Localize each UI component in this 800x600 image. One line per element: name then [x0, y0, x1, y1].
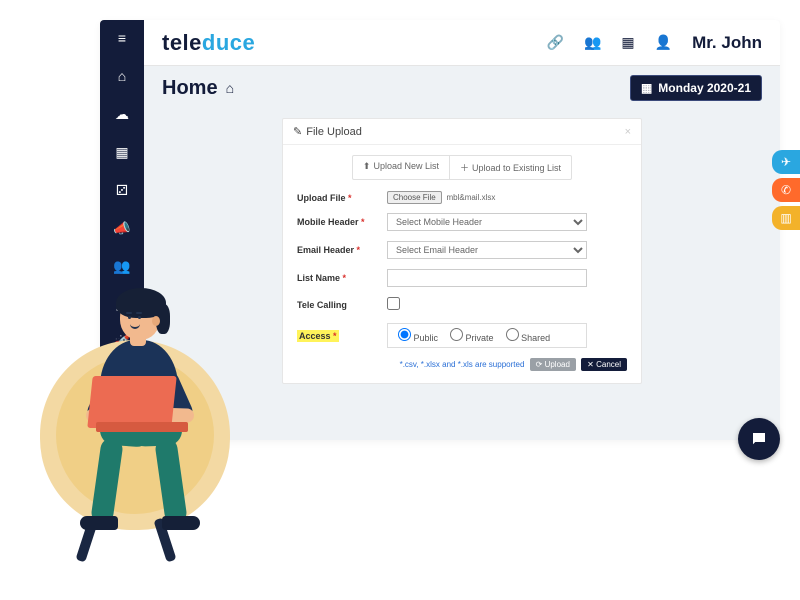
tab-upload-existing[interactable]: ＋Upload to Existing List [450, 156, 571, 179]
mobile-header-select[interactable]: Select Mobile Header [387, 213, 587, 231]
edit-icon: ✎ [293, 125, 302, 138]
home-icon[interactable]: ⌂ [110, 66, 134, 86]
panel-footer: *.csv, *.xlsx and *.xls are supported ⟳ … [297, 358, 627, 371]
close-icon[interactable]: × [625, 126, 631, 138]
cancel-button[interactable]: ✕ Cancel [581, 358, 627, 371]
cloud-icon[interactable]: ☁ [110, 104, 134, 124]
tele-calling-checkbox[interactable] [387, 297, 400, 310]
label-email-header: Email Header * [297, 245, 387, 255]
calendar-icon: ▦ [641, 81, 652, 95]
user-name[interactable]: Mr. John [692, 33, 762, 53]
row-upload-file: Upload File * Choose File mbl&mail.xlsx [297, 192, 627, 203]
label-list-name: List Name * [297, 273, 387, 283]
link-icon[interactable]: 🔗 [547, 34, 564, 51]
home-icon: ⌂ [226, 80, 234, 96]
upload-button[interactable]: ⟳ Upload [530, 358, 576, 371]
pill-chat-icon[interactable]: ✈ [772, 150, 800, 174]
support-note: *.csv, *.xlsx and *.xls are supported [400, 360, 525, 369]
chat-fab[interactable] [738, 418, 780, 460]
pill-columns-icon[interactable]: ▥ [772, 206, 800, 230]
radio-private[interactable]: Private [450, 328, 494, 343]
access-radio-group: Public Private Shared [387, 323, 587, 348]
label-tele-calling: Tele Calling [297, 300, 387, 310]
brand-logo: teleduce [162, 30, 255, 56]
row-list-name: List Name * [297, 269, 627, 287]
panel-body: ⬆Upload New List ＋Upload to Existing Lis… [283, 145, 641, 383]
list-name-input[interactable] [387, 269, 587, 287]
page-title: Home ⌂ [162, 77, 234, 100]
group-icon[interactable]: 👥 [584, 34, 601, 51]
topbar: teleduce 🔗 👥 ▦ 👤 Mr. John [144, 20, 780, 66]
row-tele-calling: Tele Calling [297, 297, 627, 313]
radio-public[interactable]: Public [398, 328, 438, 343]
topbar-right: 🔗 👥 ▦ 👤 Mr. John [547, 33, 762, 53]
row-email-header: Email Header * Select Email Header [297, 241, 627, 259]
email-header-select[interactable]: Select Email Header [387, 241, 587, 259]
label-access: Access * [297, 331, 387, 341]
network-icon[interactable]: ⚂ [110, 180, 134, 200]
pill-phone-icon[interactable]: ✆ [772, 178, 800, 202]
panel-header: ✎ File Upload × [283, 119, 641, 145]
row-mobile-header: Mobile Header * Select Mobile Header [297, 213, 627, 231]
menu-icon[interactable]: ≡ [110, 28, 134, 48]
apps-icon[interactable]: ▦ [621, 34, 634, 51]
chat-icon [750, 430, 768, 448]
illustration-person [10, 260, 250, 580]
label-upload-file: Upload File * [297, 193, 387, 203]
calendar-icon[interactable]: ▦ [110, 142, 134, 162]
row-access: Access * Public Private Shared [297, 323, 627, 348]
panel-title: File Upload [306, 126, 362, 138]
user-icon[interactable]: 👤 [655, 34, 672, 51]
subbar: Home ⌂ ▦ Monday 2020-21 [144, 66, 780, 110]
file-upload-panel: ✎ File Upload × ⬆Upload New List ＋Upload… [282, 118, 642, 384]
file-name: mbl&mail.xlsx [446, 193, 495, 202]
label-mobile-header: Mobile Header * [297, 217, 387, 227]
megaphone-icon[interactable]: 📣 [110, 218, 134, 238]
date-badge[interactable]: ▦ Monday 2020-21 [630, 75, 762, 101]
choose-file-button[interactable]: Choose File [387, 191, 442, 204]
tab-upload-new[interactable]: ⬆Upload New List [353, 156, 450, 179]
floating-pills: ✈ ✆ ▥ [772, 150, 800, 230]
radio-shared[interactable]: Shared [506, 328, 551, 343]
panel-tabs: ⬆Upload New List ＋Upload to Existing Lis… [352, 155, 572, 180]
